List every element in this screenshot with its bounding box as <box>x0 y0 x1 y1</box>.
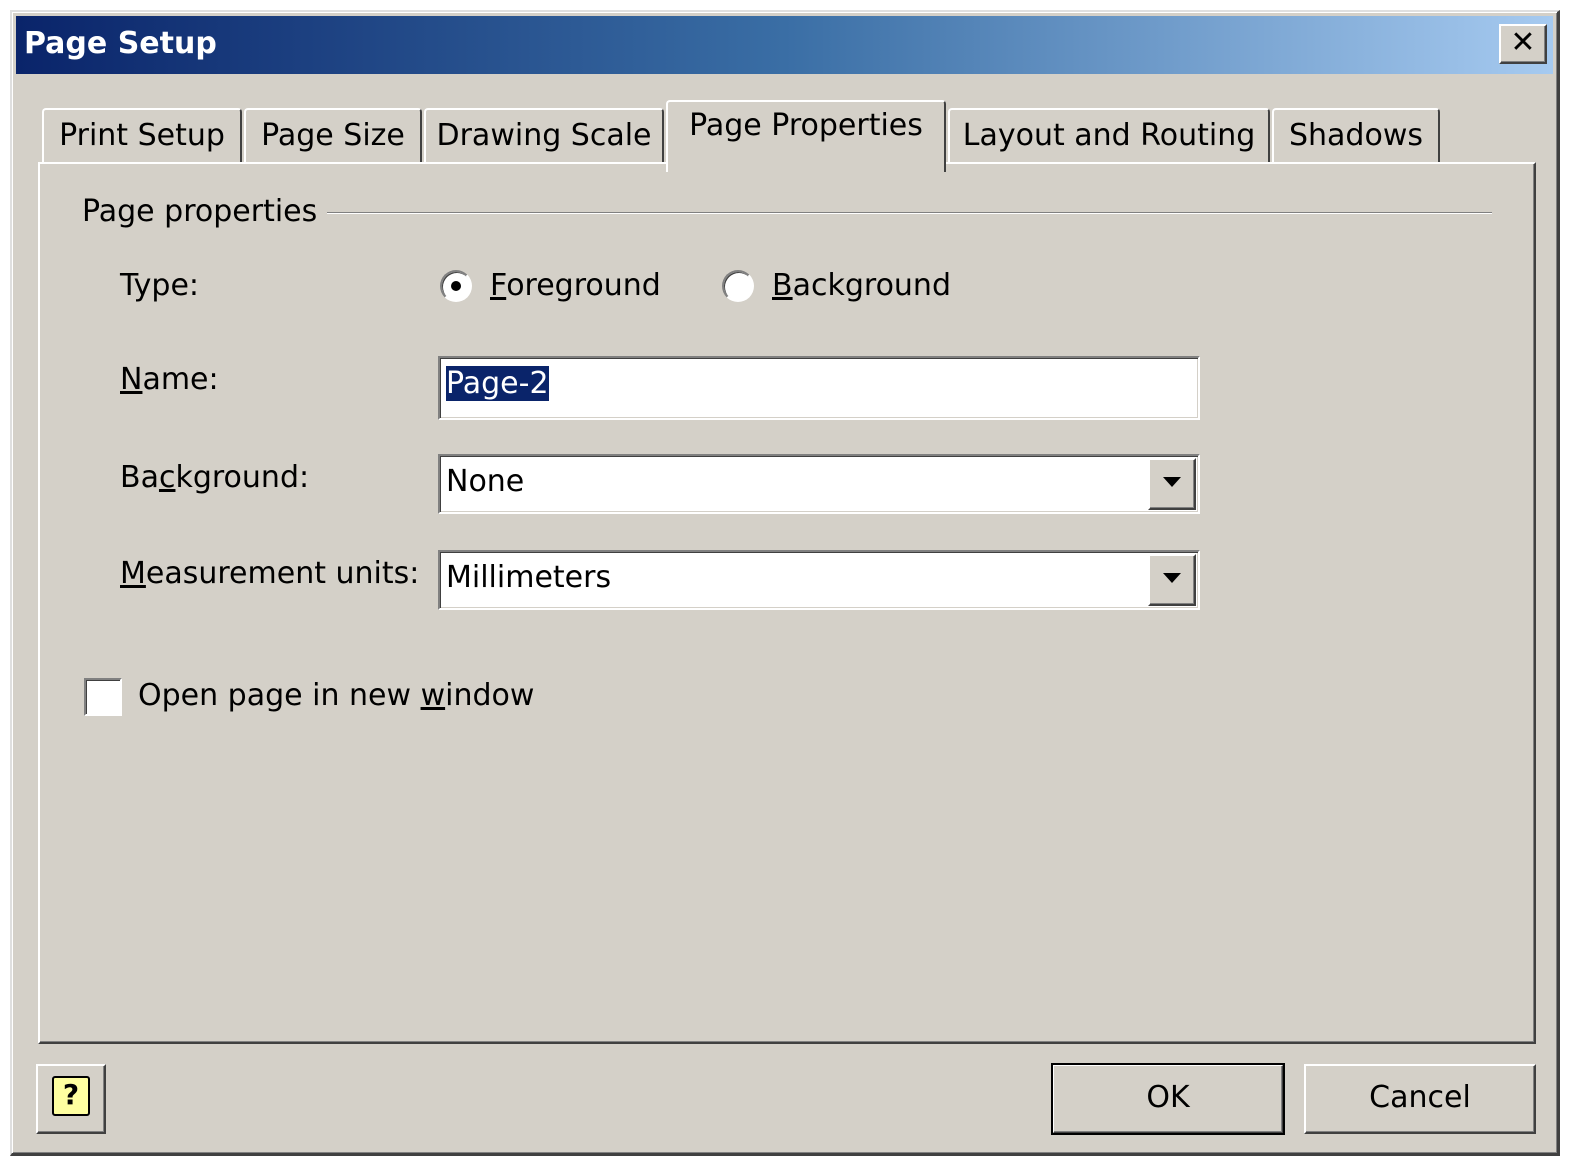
tab-page-size[interactable]: Page Size <box>244 108 422 164</box>
title-bar[interactable]: Page Setup ✕ <box>16 16 1553 74</box>
page-properties-panel: Page properties Type: Foreground Backgro… <box>38 162 1536 1044</box>
radio-selected-dot <box>451 281 461 291</box>
type-label: Type: <box>120 268 200 303</box>
mnemonic: c <box>158 460 176 495</box>
tab-drawing-scale[interactable]: Drawing Scale <box>424 108 664 164</box>
help-icon: ? <box>52 1076 90 1116</box>
mnemonic: N <box>120 362 143 397</box>
label-text: Open page in new <box>138 678 421 713</box>
name-label: Name: <box>120 362 219 397</box>
tab-shadows[interactable]: Shadows <box>1272 108 1440 164</box>
label-text: indow <box>445 678 535 713</box>
help-button[interactable]: ? <box>36 1064 106 1134</box>
label-text: oreground <box>506 268 661 303</box>
cancel-button-label: Cancel <box>1369 1080 1471 1115</box>
background-radio[interactable] <box>722 270 754 302</box>
mnemonic: F <box>490 268 507 303</box>
close-icon: ✕ <box>1510 25 1536 60</box>
open-new-window-label[interactable]: Open page in new window <box>138 678 534 713</box>
chevron-down-icon <box>1163 477 1181 487</box>
tab-label: Print Setup <box>59 118 225 153</box>
label-text: ame: <box>142 362 219 397</box>
background-label: Background: <box>120 460 309 495</box>
background-select[interactable]: None <box>438 454 1200 514</box>
mnemonic: M <box>120 556 146 591</box>
label-text: Ba <box>120 460 159 495</box>
name-input[interactable]: Page-2 <box>438 356 1200 420</box>
tab-label: Page Properties <box>689 108 923 143</box>
close-button[interactable]: ✕ <box>1499 24 1547 64</box>
window-title: Page Setup <box>24 26 217 61</box>
tab-layout-and-routing[interactable]: Layout and Routing <box>948 108 1270 164</box>
background-dropdown-button[interactable] <box>1148 458 1196 510</box>
measurement-units-select[interactable]: Millimeters <box>438 550 1200 610</box>
mnemonic: w <box>420 678 446 713</box>
mnemonic: B <box>772 268 793 303</box>
chevron-down-icon <box>1163 573 1181 583</box>
tab-label: Layout and Routing <box>962 118 1256 153</box>
group-label: Page properties <box>82 194 328 229</box>
tab-print-setup[interactable]: Print Setup <box>42 108 242 164</box>
ok-button-label: OK <box>1146 1080 1190 1115</box>
name-input-value: Page-2 <box>446 366 549 401</box>
tab-label: Shadows <box>1288 118 1423 153</box>
cancel-button[interactable]: Cancel <box>1304 1064 1536 1134</box>
tab-page-properties[interactable]: Page Properties <box>666 100 946 172</box>
measurement-units-label: Measurement units: <box>120 556 419 591</box>
label-text: kground: <box>175 460 310 495</box>
tab-label: Page Size <box>261 118 405 153</box>
ok-button[interactable]: OK <box>1051 1063 1285 1135</box>
background-radio-label[interactable]: Background <box>772 268 951 303</box>
foreground-radio[interactable] <box>440 270 472 302</box>
label-text: easurement units: <box>145 556 420 591</box>
measurement-units-dropdown-button[interactable] <box>1148 554 1196 606</box>
measurement-units-value: Millimeters <box>446 560 612 595</box>
page-setup-dialog: Page Setup ✕ Print Setup Page Size Drawi… <box>10 10 1560 1156</box>
open-new-window-checkbox[interactable] <box>84 678 122 716</box>
label-text: ackground <box>792 268 951 303</box>
foreground-radio-label[interactable]: Foreground <box>490 268 661 303</box>
background-select-value: None <box>446 464 525 499</box>
tab-label: Drawing Scale <box>436 118 652 153</box>
